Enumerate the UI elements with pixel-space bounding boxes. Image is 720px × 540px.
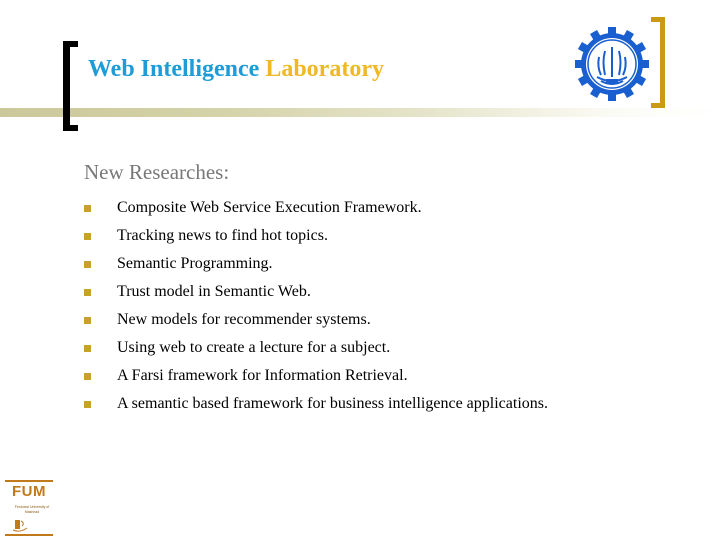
list-item-text: A Farsi framework for Information Retrie… [117, 367, 408, 384]
list-item: Using web to create a lecture for a subj… [84, 334, 548, 362]
square-bullet-icon [84, 232, 91, 240]
list-item: A Farsi framework for Information Retrie… [84, 362, 548, 390]
list-item-text: New models for recommender systems. [117, 311, 371, 328]
title-part-laboratory: Laboratory [265, 56, 384, 82]
list-item: New models for recommender systems. [84, 306, 548, 334]
title-part-web-intelligence: Web Intelligence [88, 56, 260, 82]
list-item-text: A semantic based framework for business … [117, 395, 548, 412]
left-bracket-decoration [63, 41, 78, 131]
fum-logo-top-rule [5, 480, 53, 482]
square-bullet-icon [84, 204, 91, 212]
list-item-text: Trust model in Semantic Web. [117, 283, 311, 300]
list-item: A semantic based framework for business … [84, 390, 548, 418]
fum-logo-text: FUM [12, 483, 46, 500]
slide-title: Web Intelligence Laboratory [88, 56, 384, 83]
list-item: Composite Web Service Execution Framewor… [84, 194, 548, 222]
square-bullet-icon [84, 372, 91, 380]
fum-logo-subtext: Ferdowsi University of Mashhad [14, 505, 50, 514]
list-item: Semantic Programming. [84, 250, 548, 278]
list-item-text: Semantic Programming. [117, 255, 273, 272]
section-heading: New Researches: [84, 160, 230, 184]
list-item-text: Composite Web Service Execution Framewor… [117, 199, 422, 216]
square-bullet-icon [84, 400, 91, 408]
fum-logo-bottom-rule [5, 534, 53, 536]
sharif-university-logo-icon [575, 27, 649, 101]
slide: Web Intelligence Laboratory New Research… [0, 0, 720, 540]
header-divider [0, 108, 720, 117]
list-item-text: Tracking news to find hot topics. [117, 227, 328, 244]
square-bullet-icon [84, 260, 91, 268]
research-list: Composite Web Service Execution Framewor… [84, 194, 548, 418]
fum-emblem-icon [12, 520, 28, 532]
list-item-text: Using web to create a lecture for a subj… [117, 339, 391, 356]
list-item: Tracking news to find hot topics. [84, 222, 548, 250]
square-bullet-icon [84, 316, 91, 324]
right-bracket-decoration [651, 17, 665, 108]
fum-logo: FUM Ferdowsi University of Mashhad [5, 480, 53, 536]
list-item: Trust model in Semantic Web. [84, 278, 548, 306]
square-bullet-icon [84, 288, 91, 296]
square-bullet-icon [84, 344, 91, 352]
